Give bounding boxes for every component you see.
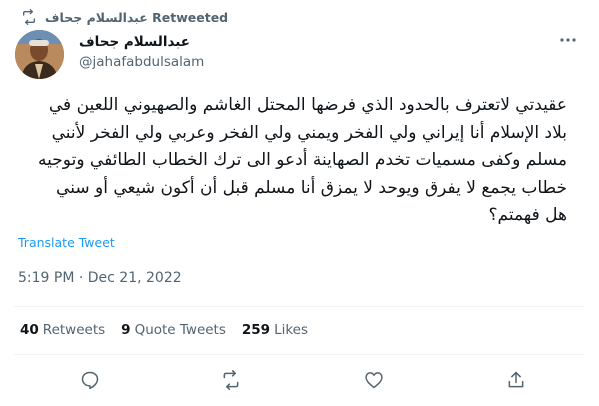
handle[interactable]: @jahafabdulsalam [79,53,204,71]
like-icon [365,372,383,389]
like-button[interactable] [361,367,387,393]
quotes-label: Quote Tweets [134,322,226,338]
share-icon [508,371,524,388]
retweets-count: 40 [20,322,39,338]
divider [14,306,584,307]
action-bar [0,367,599,393]
likes-stat[interactable]: 259 Likes [242,322,308,338]
retweet-icon [23,9,35,25]
share-button[interactable] [503,367,529,393]
divider [14,354,584,355]
retweeted-by[interactable]: عبدالسلام جحاف Retweeted [21,8,228,26]
retweet-icon [223,370,239,390]
more-icon[interactable] [558,34,578,46]
retweets-label: Retweets [42,322,106,338]
likes-label: Likes [274,322,309,338]
timestamp[interactable]: 5:19 PM · Dec 21, 2022 [18,270,182,286]
avatar-image [15,30,64,79]
likes-count: 259 [241,322,271,338]
retweet-button[interactable] [218,367,244,393]
avatar[interactable] [15,30,64,79]
stats-row: 40 Retweets 9 Quote Tweets 259 Likes [20,322,308,338]
author-block[interactable]: عبدالسلام جحاف @jahafabdulsalam [79,33,204,71]
retweeted-label: عبدالسلام جحاف Retweeted [45,9,229,25]
quote-tweets-stat[interactable]: 9 Quote Tweets [121,322,226,338]
translate-tweet-link[interactable]: Translate Tweet [18,235,115,250]
reply-button[interactable] [77,367,103,393]
quotes-count: 9 [121,322,131,338]
tweet-text: عقيدتي لاتعترف بالحدود الذي فرضها المحتل… [38,95,567,225]
retweets-stat[interactable]: 40 Retweets [20,322,105,338]
display-name[interactable]: عبدالسلام جحاف [79,33,204,51]
reply-icon [81,371,99,390]
